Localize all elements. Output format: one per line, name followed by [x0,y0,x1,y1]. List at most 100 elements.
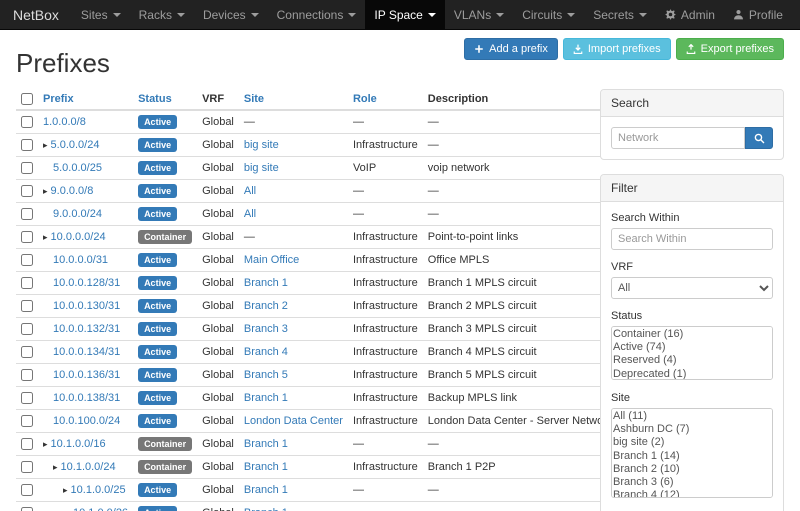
row-checkbox[interactable] [21,484,33,496]
prefix-cell: 10.0.100.0/24 [38,410,133,433]
prefix-link[interactable]: 5.0.0.0/25 [53,162,102,174]
description-cell: London Data Center - Server Network [423,410,618,433]
prefix-link[interactable]: 10.0.0.128/31 [53,277,120,289]
nav-item-secrets[interactable]: Secrets [584,0,656,29]
search-button[interactable] [745,127,773,149]
site-link[interactable]: Branch 4 [244,346,288,358]
row-checkbox[interactable] [21,139,33,151]
row-checkbox[interactable] [21,438,33,450]
prefix-cell: ▸9.0.0.0/8 [38,180,133,203]
nav-item-connections[interactable]: Connections [268,0,366,29]
site-link[interactable]: big site [244,139,279,151]
search-input[interactable] [611,127,745,149]
prefix-link[interactable]: 10.0.0.0/24 [51,231,106,243]
prefix-link[interactable]: 9.0.0.0/8 [51,185,94,197]
site-link[interactable]: All [244,208,256,220]
site-link[interactable]: big site [244,162,279,174]
import-prefixes-button[interactable]: Import prefixes [563,38,671,60]
nav-item-vlans[interactable]: VLANs [445,0,513,29]
nav-item-racks[interactable]: Racks [130,0,194,29]
site-link[interactable]: Branch 1 [244,392,288,404]
row-checkbox[interactable] [21,208,33,220]
prefix-link[interactable]: 10.1.0.0/26 [73,507,128,511]
row-checkbox[interactable] [21,392,33,404]
site-link[interactable]: Branch 1 [244,507,288,511]
row-checkbox[interactable] [21,507,33,511]
select-option[interactable]: Ashburn DC (7) [613,423,771,436]
prefix-link[interactable]: 10.0.0.0/31 [53,254,108,266]
vrf-cell: Global [197,502,239,511]
row-checkbox[interactable] [21,185,33,197]
site-link[interactable]: Branch 3 [244,323,288,335]
select-option[interactable]: Reserved (4) [613,354,771,367]
site-link[interactable]: Branch 1 [244,277,288,289]
site-link[interactable]: Branch 1 [244,461,288,473]
nav-item-circuits[interactable]: Circuits [513,0,584,29]
row-checkbox[interactable] [21,277,33,289]
select-option[interactable]: Branch 3 (6) [613,476,771,489]
caret-right-icon: ▸ [43,232,48,242]
row-checkbox[interactable] [21,346,33,358]
nav-item-sites[interactable]: Sites [72,0,130,29]
nav-item-log-out[interactable]: Log out [792,0,800,29]
site-link[interactable]: Branch 1 [244,438,288,450]
prefix-link[interactable]: 10.1.0.0/24 [61,461,116,473]
row-checkbox[interactable] [21,254,33,266]
nav-item-devices[interactable]: Devices [194,0,268,29]
row-checkbox[interactable] [21,461,33,473]
prefix-link[interactable]: 10.0.0.138/31 [53,392,120,404]
sort-link-prefix[interactable]: Prefix [43,93,74,105]
add-a-prefix-button[interactable]: Add a prefix [464,38,558,60]
select-option[interactable]: Branch 1 (14) [613,450,771,463]
sort-link-role[interactable]: Role [353,93,377,105]
prefix-link[interactable]: 10.1.0.0/16 [51,438,106,450]
table-row: ▸5.0.0.0/24ActiveGlobalbig siteInfrastru… [16,134,617,157]
select-option[interactable]: Branch 4 (12) [613,489,771,498]
select-all-checkbox[interactable] [21,93,33,105]
row-checkbox[interactable] [21,415,33,427]
prefix-cell: ▸10.1.0.0/25 [38,479,133,502]
vrf-cell: Global [197,203,239,226]
row-checkbox[interactable] [21,162,33,174]
prefix-link[interactable]: 9.0.0.0/24 [53,208,102,220]
prefix-link[interactable]: 10.1.0.0/25 [71,484,126,496]
prefix-link[interactable]: 1.0.0.0/8 [43,116,86,128]
select-option[interactable]: big site (2) [613,436,771,449]
site-link[interactable]: London Data Center [244,415,343,427]
prefix-link[interactable]: 10.0.0.132/31 [53,323,120,335]
search-within-input[interactable] [611,228,773,250]
site-link[interactable]: All [244,185,256,197]
status-filter-select[interactable]: Container (16)Active (74)Reserved (4)Dep… [611,326,773,380]
select-option[interactable]: Branch 2 (10) [613,463,771,476]
vrf-filter-select[interactable]: All [611,277,773,299]
navbar: NetBox SitesRacksDevicesConnectionsIP Sp… [0,0,800,30]
nav-item-profile[interactable]: Profile [724,0,792,29]
status-cell: Active [133,134,197,157]
row-checkbox[interactable] [21,231,33,243]
site-link[interactable]: Branch 1 [244,484,288,496]
prefix-link[interactable]: 10.0.100.0/24 [53,415,120,427]
site-link[interactable]: Branch 2 [244,300,288,312]
sort-link-site[interactable]: Site [244,93,264,105]
row-checkbox[interactable] [21,323,33,335]
select-option[interactable]: Active (74) [613,341,771,354]
row-checkbox[interactable] [21,300,33,312]
sort-link-status[interactable]: Status [138,93,172,105]
prefix-link[interactable]: 10.0.0.136/31 [53,369,120,381]
site-link[interactable]: Branch 5 [244,369,288,381]
prefix-link[interactable]: 10.0.0.134/31 [53,346,120,358]
export-prefixes-button[interactable]: Export prefixes [676,38,784,60]
row-checkbox[interactable] [21,116,33,128]
prefix-link[interactable]: 5.0.0.0/24 [51,139,100,151]
description-cell: — [423,479,618,502]
prefix-link[interactable]: 10.0.0.130/31 [53,300,120,312]
row-checkbox[interactable] [21,369,33,381]
select-option[interactable]: Deprecated (1) [613,368,771,380]
site-filter-select[interactable]: All (11)Ashburn DC (7)big site (2)Branch… [611,408,773,498]
select-option[interactable]: Container (16) [613,328,771,341]
site-link[interactable]: Main Office [244,254,299,266]
select-option[interactable]: All (11) [613,410,771,423]
nav-item-admin[interactable]: Admin [656,0,724,29]
nav-item-ip-space[interactable]: IP Space [365,0,444,29]
navbar-brand[interactable]: NetBox [0,0,72,29]
